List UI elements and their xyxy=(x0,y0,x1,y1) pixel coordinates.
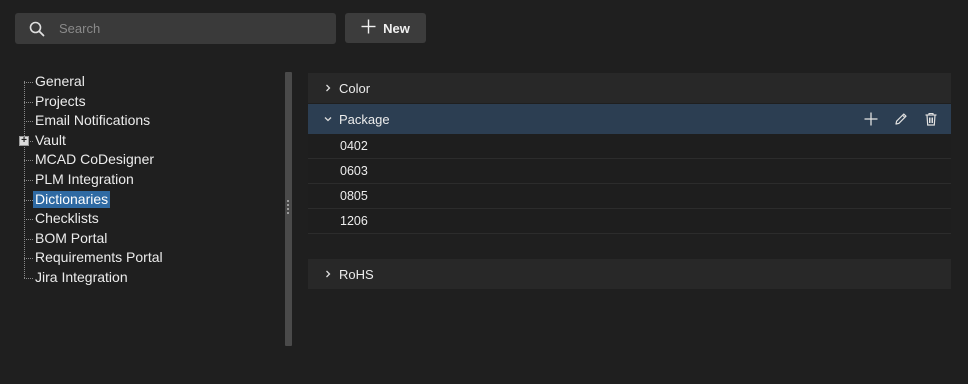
dictionary-value: 1206 xyxy=(340,214,368,228)
dictionary-name: RoHS xyxy=(339,266,374,282)
trash-icon xyxy=(925,112,937,126)
tree-item-label: Requirements Portal xyxy=(35,249,163,266)
tree-item-requirements-portal[interactable]: Requirements Portal xyxy=(18,248,282,268)
delete-dictionary-button[interactable] xyxy=(923,111,939,127)
chevron-down-icon xyxy=(322,113,334,125)
dictionary-name: Package xyxy=(339,111,390,127)
dictionary-actions xyxy=(863,104,939,134)
dictionary-value: 0603 xyxy=(340,164,368,178)
tree-item-label: Dictionaries xyxy=(33,190,111,208)
tree-item-dictionaries[interactable]: Dictionaries xyxy=(18,190,282,210)
search-input[interactable] xyxy=(59,13,336,44)
chevron-right-icon xyxy=(322,268,334,280)
tree-item-label: General xyxy=(35,73,85,89)
dictionary-value-row[interactable]: 0603 xyxy=(308,159,951,184)
dictionary-value: 0402 xyxy=(340,139,368,153)
panel-splitter[interactable] xyxy=(285,72,292,346)
add-value-button[interactable] xyxy=(863,111,879,127)
dictionary-panel: Color Package 0402 0603 0805 1206 RoHS xyxy=(308,73,951,289)
plus-icon xyxy=(361,19,376,37)
chevron-right-icon xyxy=(322,82,334,94)
tree-item-label: Email Notifications xyxy=(35,112,151,129)
tree-item-label: MCAD CoDesigner xyxy=(35,151,155,168)
settings-window: New General Projects Email Notifications… xyxy=(0,0,968,384)
dictionary-value-row[interactable]: 1206 xyxy=(308,209,951,234)
tree-item-vault[interactable]: + Vault xyxy=(18,131,282,151)
tree-item-label: Projects xyxy=(35,92,86,109)
tree-item-label: PLM Integration xyxy=(35,170,134,187)
settings-tree: General Projects Email Notifications + V… xyxy=(18,72,282,288)
search-icon xyxy=(15,13,59,44)
dictionary-value: 0805 xyxy=(340,189,368,203)
dictionary-value-row[interactable]: 0402 xyxy=(308,134,951,159)
dictionary-value-row[interactable]: 0805 xyxy=(308,184,951,209)
tree-item-plm-integration[interactable]: PLM Integration xyxy=(18,170,282,190)
dictionary-header-rohs[interactable]: RoHS xyxy=(308,259,951,289)
tree-item-email-notifications[interactable]: Email Notifications xyxy=(18,111,282,131)
new-button[interactable]: New xyxy=(345,13,426,43)
tree-item-label: BOM Portal xyxy=(35,229,108,246)
tree-item-checklists[interactable]: Checklists xyxy=(18,209,282,229)
drag-handle-icon xyxy=(287,200,290,214)
dictionary-header-package[interactable]: Package xyxy=(308,104,951,134)
dictionary-header-color[interactable]: Color xyxy=(308,73,951,103)
search-box[interactable] xyxy=(15,13,336,44)
tree-item-mcad-codesigner[interactable]: MCAD CoDesigner xyxy=(18,150,282,170)
tree-item-label: Jira Integration xyxy=(35,268,128,285)
tree-item-general[interactable]: General xyxy=(18,72,282,92)
expand-plus-icon[interactable]: + xyxy=(19,135,29,146)
edit-dictionary-button[interactable] xyxy=(893,111,909,127)
new-button-label: New xyxy=(383,20,410,36)
pencil-icon xyxy=(895,113,907,125)
tree-item-bom-portal[interactable]: BOM Portal xyxy=(18,229,282,249)
tree-item-label: Checklists xyxy=(35,210,99,227)
tree-item-projects[interactable]: Projects xyxy=(18,92,282,112)
dictionary-name: Color xyxy=(339,80,371,96)
tree-item-label: Vault xyxy=(35,131,66,148)
tree-item-jira-integration[interactable]: Jira Integration xyxy=(18,268,282,288)
plus-icon xyxy=(864,112,878,126)
